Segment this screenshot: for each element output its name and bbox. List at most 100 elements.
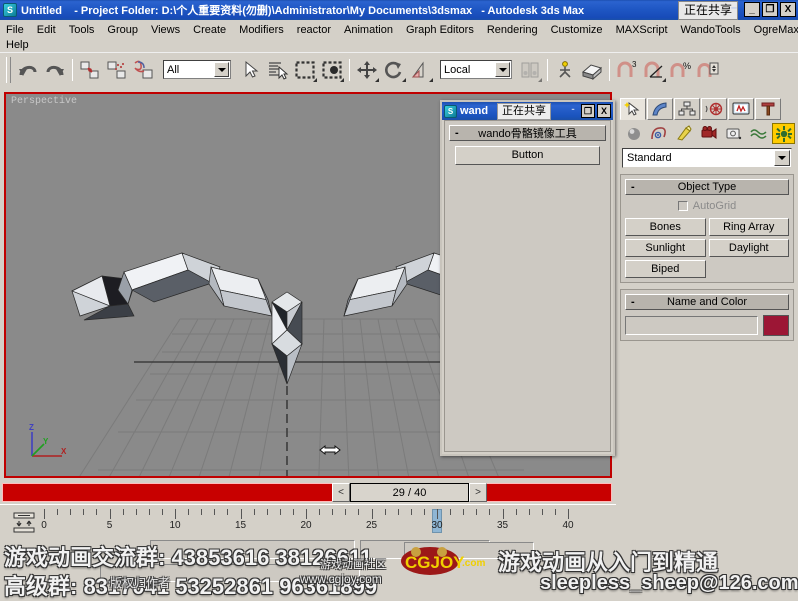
rollout-collapse-icon[interactable]: -: [455, 127, 459, 139]
menu-rendering[interactable]: Rendering: [487, 24, 538, 36]
object-type-collapse-icon[interactable]: -: [631, 181, 635, 193]
motion-tab[interactable]: [701, 98, 727, 120]
cameras-category[interactable]: [697, 123, 720, 144]
bones-button[interactable]: Bones: [625, 218, 706, 236]
menu-graph-editors[interactable]: Graph Editors: [406, 24, 474, 36]
prev-frame-button[interactable]: <: [332, 483, 350, 502]
menu-customize[interactable]: Customize: [551, 24, 603, 36]
key-mode-toggle-icon[interactable]: [12, 511, 36, 533]
ruler-tick-minor: [227, 509, 229, 515]
toolbar-separator-4: [609, 58, 610, 81]
unlink-selection-icon[interactable]: [104, 56, 130, 83]
sunlight-button[interactable]: Sunlight: [625, 239, 706, 257]
menu-maxscript[interactable]: MAXScript: [616, 24, 668, 36]
create-tab[interactable]: [620, 98, 646, 120]
ruler-tick-minor: [96, 509, 98, 515]
ruler-tick-minor: [319, 509, 321, 515]
menu-reactor[interactable]: reactor: [297, 24, 331, 36]
wando-mirror-button[interactable]: Button: [455, 146, 600, 165]
hierarchy-tab[interactable]: [674, 98, 700, 120]
minimize-button[interactable]: _: [744, 2, 760, 17]
ruler-tick-minor: [358, 509, 360, 515]
object-name-input[interactable]: [625, 316, 758, 335]
name-color-collapse-icon[interactable]: -: [631, 296, 635, 308]
svg-text:X: X: [61, 447, 67, 456]
window-crossing-icon[interactable]: [319, 56, 345, 83]
ruler-tick-minor: [384, 509, 386, 515]
select-and-scale-icon[interactable]: [408, 56, 434, 83]
spinner-snap-toggle-icon[interactable]: [695, 56, 721, 83]
subcategory-combo[interactable]: Standard: [622, 148, 792, 168]
menu-edit[interactable]: Edit: [37, 24, 56, 36]
menu-group[interactable]: Group: [107, 24, 138, 36]
menu-modifiers[interactable]: Modifiers: [239, 24, 284, 36]
object-type-header[interactable]: - Object Type: [625, 179, 789, 195]
select-by-name-icon[interactable]: [265, 56, 291, 83]
toolbar-grip[interactable]: [6, 56, 11, 83]
object-color-swatch[interactable]: [763, 315, 789, 336]
ruler-tick-label: 5: [106, 520, 113, 531]
biped-button[interactable]: Biped: [625, 260, 706, 278]
frame-indicator[interactable]: < 29 / 40 >: [332, 483, 487, 502]
wando-tool-dialog[interactable]: S wand 正在共享 - ❐ X - wando骨骼镜像工具 Button: [440, 100, 615, 456]
angle-snap-toggle-icon[interactable]: [641, 56, 667, 83]
systems-category[interactable]: [772, 123, 795, 144]
undo-icon[interactable]: [15, 56, 41, 83]
percent-snap-toggle-icon[interactable]: %: [668, 56, 694, 83]
dialog-minimize-button[interactable]: -: [567, 104, 579, 118]
ruler-tick-major: [240, 509, 242, 519]
rectangular-selection-region-icon[interactable]: [292, 56, 318, 83]
display-tab[interactable]: [728, 98, 754, 120]
menu-row-2: Help: [6, 37, 792, 52]
maximize-button[interactable]: ❐: [762, 2, 778, 17]
dialog-close-button[interactable]: X: [597, 104, 611, 118]
bind-to-space-warp-icon[interactable]: [131, 56, 157, 83]
chevron-down-icon[interactable]: [214, 62, 229, 77]
select-and-manipulate-icon[interactable]: [552, 56, 578, 83]
select-object-icon[interactable]: [238, 56, 264, 83]
dialog-maximize-button[interactable]: ❐: [581, 104, 595, 118]
close-button[interactable]: X: [780, 2, 796, 17]
ring-array-button[interactable]: Ring Array: [708, 218, 789, 236]
menu-tools[interactable]: Tools: [69, 24, 95, 36]
shapes-category[interactable]: [647, 123, 670, 144]
menu-views[interactable]: Views: [151, 24, 180, 36]
window-controls: – _ ❐ X: [726, 2, 796, 17]
daylight-button[interactable]: Daylight: [708, 239, 789, 257]
select-and-rotate-icon[interactable]: [381, 56, 407, 83]
menu-wandotools[interactable]: WandoTools: [681, 24, 741, 36]
lights-category[interactable]: [672, 123, 695, 144]
chevron-down-icon[interactable]: [774, 150, 790, 166]
track-bar[interactable]: [2, 483, 612, 502]
viewport-label[interactable]: Perspective: [11, 96, 77, 107]
dialog-rollout-header[interactable]: - wando骨骼镜像工具: [449, 125, 606, 141]
menu-help[interactable]: Help: [6, 39, 29, 51]
time-slider-ruler[interactable]: 0 5 10 15 20 25 30 35 40: [0, 504, 616, 538]
menu-file[interactable]: File: [6, 24, 24, 36]
selection-filter-combo[interactable]: All: [163, 60, 231, 79]
select-and-link-icon[interactable]: [77, 56, 103, 83]
current-frame-display[interactable]: 29 / 40: [350, 483, 469, 502]
next-frame-button[interactable]: >: [469, 483, 487, 502]
reference-coordinate-system-combo[interactable]: Local: [440, 60, 512, 79]
utilities-tab[interactable]: [755, 98, 781, 120]
helpers-category[interactable]: [722, 123, 745, 144]
window-title: Untitled - Project Folder: D:\个人重要资料(勿删)…: [21, 2, 584, 18]
ruler-tick-minor: [148, 509, 150, 515]
snaps-toggle-icon[interactable]: [579, 56, 605, 83]
use-pivot-point-center-icon[interactable]: [517, 56, 543, 83]
menu-animation[interactable]: Animation: [344, 24, 393, 36]
select-and-move-icon[interactable]: [354, 56, 380, 83]
geometry-category[interactable]: [622, 123, 645, 144]
rollout-title-text: wando骨骼镜像工具: [478, 128, 577, 140]
dialog-title-bar[interactable]: S wand 正在共享 - ❐ X: [442, 102, 613, 120]
modify-tab[interactable]: [647, 98, 673, 120]
snap-3d-icon[interactable]: 3: [614, 56, 640, 83]
menu-create[interactable]: Create: [193, 24, 226, 36]
redo-icon[interactable]: [42, 56, 68, 83]
name-and-color-header[interactable]: - Name and Color: [625, 294, 789, 310]
autogrid-checkbox[interactable]: [677, 201, 688, 211]
menu-ogremax[interactable]: OgreMax: [754, 24, 798, 36]
space-warps-category[interactable]: [747, 123, 770, 144]
chevron-down-icon[interactable]: [495, 62, 510, 77]
